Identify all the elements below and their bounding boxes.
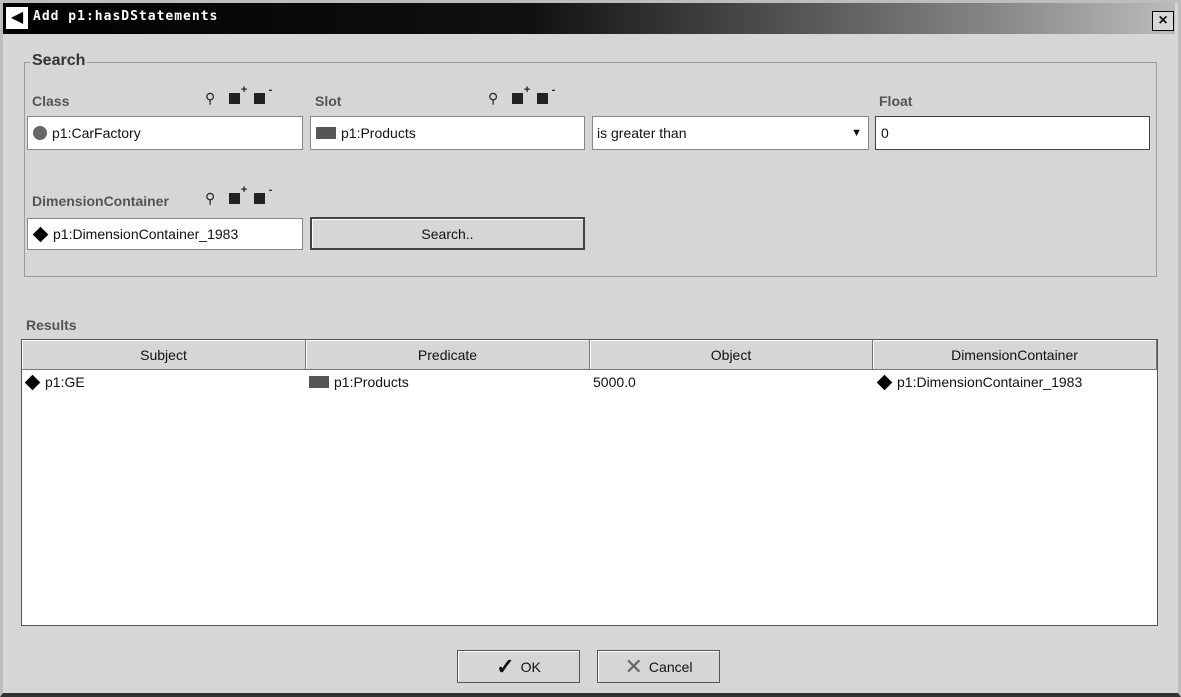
dimension-toolbar: ⚲ + - xyxy=(205,184,272,207)
class-value: p1:CarFactory xyxy=(52,125,141,141)
app-icon: ◀ xyxy=(6,7,28,29)
ok-label: OK xyxy=(520,658,541,675)
slot-icon xyxy=(309,376,329,388)
cell-text: p1:Products xyxy=(334,374,409,390)
cell-text: p1:DimensionContainer_1983 xyxy=(897,374,1083,390)
float-label: Float xyxy=(879,93,913,109)
operator-select[interactable]: is greater than ▼ xyxy=(592,116,869,150)
checkmark-icon: ✓ xyxy=(496,653,515,679)
cell-text: 5000.0 xyxy=(593,374,636,390)
x-icon: ✕ xyxy=(624,653,643,679)
column-header-dimension[interactable]: DimensionContainer xyxy=(873,340,1157,370)
instance-icon xyxy=(32,226,49,242)
remove-icon[interactable]: - xyxy=(537,84,555,104)
add-icon[interactable]: + xyxy=(229,84,247,104)
window-title: Add p1:hasDStatements xyxy=(33,9,219,24)
chevron-down-icon: ▼ xyxy=(851,127,862,139)
float-input[interactable]: 0 xyxy=(875,116,1150,150)
slot-value: p1:Products xyxy=(341,125,416,141)
remove-icon[interactable]: - xyxy=(254,184,272,204)
instance-icon xyxy=(876,374,893,390)
cell-subject: p1:GE xyxy=(22,372,85,392)
search-legend: Search xyxy=(30,52,88,70)
operator-value: is greater than xyxy=(597,125,687,141)
slot-icon xyxy=(316,127,336,139)
column-header-object[interactable]: Object xyxy=(590,340,873,370)
dimension-label: DimensionContainer xyxy=(32,193,169,209)
cell-object: 5000.0 xyxy=(590,372,636,392)
cell-dimension: p1:DimensionContainer_1983 xyxy=(874,372,1082,392)
find-icon[interactable]: ⚲ xyxy=(205,190,215,207)
class-label: Class xyxy=(32,93,70,109)
dimension-value: p1:DimensionContainer_1983 xyxy=(53,226,239,242)
results-label: Results xyxy=(26,317,77,333)
column-header-subject[interactable]: Subject xyxy=(22,340,306,370)
remove-icon[interactable]: - xyxy=(254,84,272,104)
dimension-field[interactable]: p1:DimensionContainer_1983 xyxy=(27,218,303,250)
class-field[interactable]: p1:CarFactory xyxy=(27,116,303,150)
float-value: 0 xyxy=(881,125,889,141)
cancel-label: Cancel xyxy=(648,658,693,675)
find-icon[interactable]: ⚲ xyxy=(488,90,498,107)
cell-text: p1:GE xyxy=(45,374,85,390)
add-icon[interactable]: + xyxy=(229,184,247,204)
class-toolbar: ⚲ + - xyxy=(205,84,272,107)
results-table: Subject Predicate Object DimensionContai… xyxy=(21,339,1158,626)
column-header-predicate[interactable]: Predicate xyxy=(306,340,590,370)
title-bar[interactable]: ◀ Add p1:hasDStatements × xyxy=(3,3,1175,34)
slot-field[interactable]: p1:Products xyxy=(310,116,585,150)
slot-toolbar: ⚲ + - xyxy=(488,84,555,107)
add-icon[interactable]: + xyxy=(512,84,530,104)
class-icon xyxy=(33,126,47,140)
search-button[interactable]: Search.. xyxy=(310,217,585,250)
cell-predicate: p1:Products xyxy=(306,372,409,392)
slot-label: Slot xyxy=(315,93,342,109)
cancel-button[interactable]: ✕ Cancel xyxy=(597,650,720,683)
instance-icon xyxy=(24,374,41,390)
ok-button[interactable]: ✓ OK xyxy=(457,650,580,683)
close-button[interactable]: × xyxy=(1152,11,1174,31)
find-icon[interactable]: ⚲ xyxy=(205,90,215,107)
